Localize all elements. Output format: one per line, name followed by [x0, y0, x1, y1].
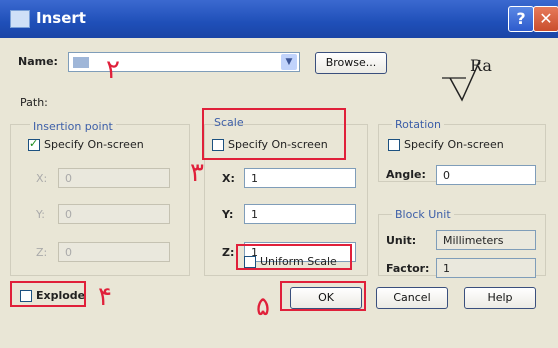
- title-bar[interactable]: Insert ? ✕: [0, 0, 558, 38]
- app-icon: [10, 10, 30, 28]
- rotation-specify-checkbox[interactable]: [388, 139, 400, 151]
- block-unit-group-label: Block Unit: [392, 208, 454, 221]
- block-preview: Ra: [440, 48, 522, 104]
- chevron-down-icon[interactable]: ▼: [281, 54, 297, 70]
- close-icon[interactable]: ✕: [533, 6, 558, 32]
- annotation-number-3: ۳: [190, 158, 204, 188]
- browse-button[interactable]: Browse...: [315, 52, 387, 74]
- scale-y-field[interactable]: 1: [244, 204, 356, 224]
- factor-label: Factor:: [386, 262, 430, 275]
- unit-field: Millimeters: [436, 230, 536, 250]
- name-dropdown[interactable]: ▼: [68, 52, 300, 72]
- name-label: Name:: [18, 55, 58, 68]
- preview-label: Ra: [470, 56, 492, 75]
- scale-x-field[interactable]: 1: [244, 168, 356, 188]
- annotation-number-4: ۴: [98, 282, 112, 312]
- scale-z-label: Z:: [222, 246, 235, 259]
- insertion-specify-checkbox[interactable]: [28, 137, 40, 151]
- help-button[interactable]: Help: [464, 287, 536, 309]
- annotation-box-scale: [202, 108, 346, 160]
- annotation-number-5: ۵: [256, 292, 270, 322]
- rotation-group-label: Rotation: [392, 118, 445, 131]
- angle-field[interactable]: 0: [436, 165, 536, 185]
- insertion-x-field[interactable]: 0: [58, 168, 170, 188]
- help-title-button[interactable]: ?: [508, 6, 534, 32]
- insertion-x-label: X:: [36, 172, 48, 185]
- insertion-z-field[interactable]: 0: [58, 242, 170, 262]
- insertion-point-group-label: Insertion point: [30, 120, 116, 133]
- path-label: Path:: [20, 96, 48, 109]
- annotation-number-2: ۲: [106, 55, 120, 85]
- insertion-y-label: Y:: [36, 208, 45, 221]
- scale-x-label: X:: [222, 172, 235, 185]
- angle-label: Angle:: [386, 168, 426, 181]
- annotation-box-ok: [280, 281, 366, 311]
- rotation-specify-label: Specify On-screen: [404, 138, 504, 151]
- factor-field: 1: [436, 258, 536, 278]
- insertion-specify-label: Specify On-screen: [44, 138, 144, 151]
- scale-y-label: Y:: [222, 208, 234, 221]
- annotation-box-uniform: [236, 244, 352, 270]
- unit-label: Unit:: [386, 234, 417, 247]
- annotation-box-explode: [10, 281, 86, 307]
- window-title: Insert: [36, 9, 86, 27]
- insert-dialog: Insert ? ✕ Name: ▼ Browse... Ra Path: In…: [0, 0, 558, 348]
- insertion-y-field[interactable]: 0: [58, 204, 170, 224]
- cancel-button[interactable]: Cancel: [376, 287, 448, 309]
- block-icon: [73, 57, 89, 68]
- insertion-z-label: Z:: [36, 246, 48, 259]
